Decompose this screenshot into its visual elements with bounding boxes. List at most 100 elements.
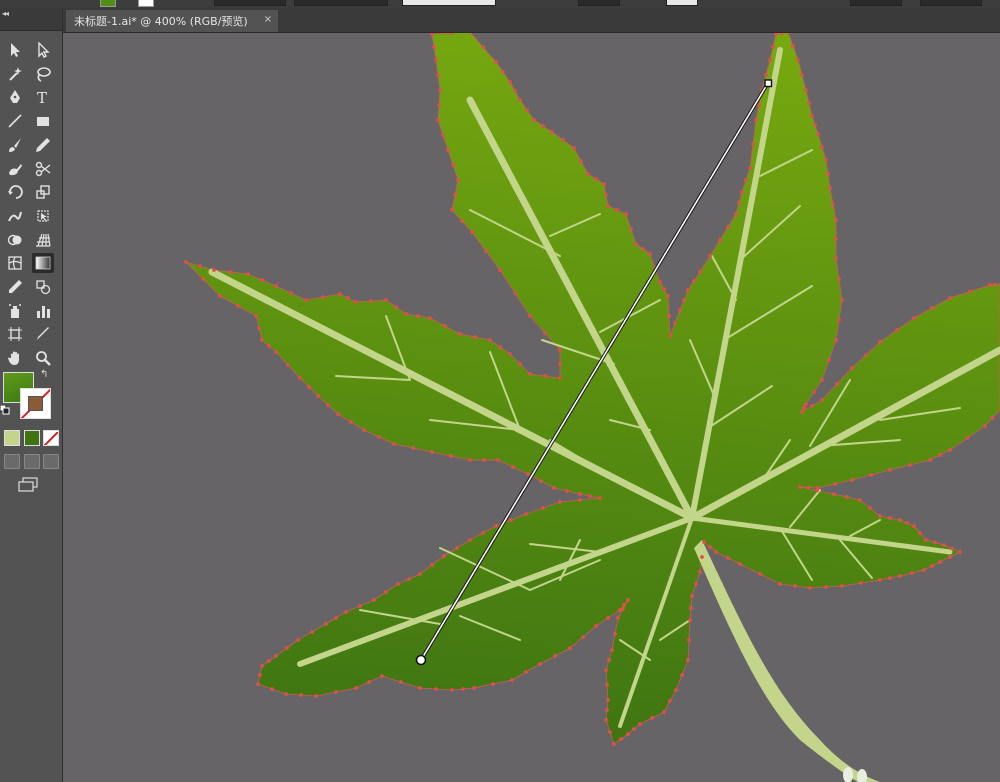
anchor-point[interactable] (354, 686, 358, 690)
anchor-point[interactable] (604, 718, 608, 722)
anchor-point[interactable] (525, 108, 529, 112)
anchor-point[interactable] (491, 682, 495, 686)
anchor-point[interactable] (552, 486, 556, 490)
default-colors-icon[interactable] (0, 405, 10, 415)
anchor-point[interactable] (673, 321, 677, 325)
anchor-point[interactable] (274, 284, 278, 288)
anchor-point[interactable] (324, 622, 328, 626)
anchor-point[interactable] (826, 172, 830, 176)
anchor-point[interactable] (641, 247, 645, 251)
control-fill-swatch[interactable] (100, 0, 116, 7)
anchor-point[interactable] (690, 594, 694, 598)
anchor-point[interactable] (905, 521, 909, 525)
anchor-point[interactable] (594, 624, 598, 628)
anchor-point[interactable] (274, 350, 278, 354)
anchor-point[interactable] (608, 730, 612, 734)
anchor-point[interactable] (438, 88, 442, 92)
anchor-point[interactable] (754, 118, 758, 122)
anchor-point[interactable] (912, 524, 916, 528)
anchor-point[interactable] (510, 678, 514, 682)
anchor-point[interactable] (958, 550, 962, 554)
anchor-point[interactable] (456, 178, 460, 182)
anchor-point[interactable] (726, 225, 730, 229)
anchor-point[interactable] (968, 289, 972, 294)
warp-tool-button[interactable] (4, 206, 26, 226)
anchor-point[interactable] (528, 314, 532, 318)
anchor-point[interactable] (845, 495, 849, 499)
anchor-point[interactable] (428, 316, 432, 320)
gradient-mode-button[interactable] (24, 430, 40, 446)
anchor-point[interactable] (472, 686, 476, 690)
anchor-point[interactable] (394, 305, 398, 309)
anchor-point[interactable] (738, 562, 742, 566)
control-style-field[interactable] (666, 0, 698, 6)
close-icon[interactable]: × (264, 14, 272, 25)
anchor-point[interactable] (714, 550, 718, 554)
control-brush-field[interactable] (402, 0, 496, 6)
anchor-point[interactable] (800, 410, 804, 414)
anchor-point[interactable] (468, 538, 472, 542)
anchor-point[interactable] (918, 531, 922, 535)
anchor-point[interactable] (698, 270, 702, 274)
anchor-point[interactable] (820, 145, 824, 149)
anchor-point[interactable] (667, 314, 671, 318)
color-mode-button[interactable] (4, 430, 20, 446)
anchor-point[interactable] (764, 73, 768, 77)
perspective-grid-tool-button[interactable] (32, 230, 54, 250)
slice-tool-button[interactable] (32, 324, 54, 344)
anchor-point[interactable] (605, 683, 609, 687)
anchor-point[interactable] (558, 376, 562, 380)
anchor-point[interactable] (407, 577, 411, 581)
anchor-point[interactable] (813, 123, 817, 127)
screen-mode-icon[interactable] (17, 477, 39, 493)
anchor-point[interactable] (648, 252, 652, 256)
anchor-point[interactable] (686, 658, 690, 662)
anchor-point[interactable] (820, 378, 824, 382)
anchor-point[interactable] (758, 572, 762, 576)
anchor-point[interactable] (314, 694, 318, 698)
anchor-point[interactable] (751, 142, 755, 146)
anchor-point[interactable] (286, 363, 290, 367)
anchor-point[interactable] (810, 404, 814, 408)
anchor-point[interactable] (558, 348, 562, 352)
anchor-point[interactable] (270, 687, 274, 691)
anchor-point[interactable] (579, 159, 583, 163)
anchor-point[interactable] (260, 664, 264, 668)
anchor-point[interactable] (878, 578, 882, 582)
anchor-point[interactable] (804, 402, 808, 406)
anchor-point[interactable] (434, 58, 438, 62)
anchor-point[interactable] (513, 291, 517, 295)
anchor-point[interactable] (598, 496, 602, 500)
anchor-point[interactable] (837, 277, 841, 281)
control-label-stroke[interactable]: ━━ (180, 0, 191, 3)
anchor-point[interactable] (372, 598, 376, 602)
anchor-point[interactable] (399, 680, 403, 684)
zoom-tool-button[interactable] (32, 348, 54, 368)
anchor-point[interactable] (349, 420, 353, 424)
anchor-point[interactable] (938, 453, 942, 457)
anchor-point[interactable] (833, 482, 837, 486)
anchor-point[interactable] (930, 306, 934, 310)
anchor-point[interactable] (568, 646, 572, 650)
anchor-point[interactable] (859, 581, 863, 585)
artboard-tool-button[interactable] (4, 324, 26, 344)
anchor-point[interactable] (538, 662, 542, 666)
anchor-point[interactable] (416, 314, 420, 318)
anchor-point[interactable] (518, 362, 522, 366)
anchor-point[interactable] (778, 582, 782, 586)
anchor-point[interactable] (450, 208, 454, 212)
anchor-point[interactable] (482, 458, 486, 462)
anchor-point[interactable] (662, 710, 666, 714)
blend-tool-button[interactable] (32, 277, 54, 297)
anchor-point[interactable] (898, 574, 902, 578)
document-tab[interactable]: 未标题-1.ai* @ 400% (RGB/预览) × (66, 10, 278, 32)
anchor-point[interactable] (430, 563, 434, 567)
anchor-point[interactable] (310, 630, 314, 634)
anchor-point[interactable] (824, 585, 828, 589)
anchor-point[interactable] (650, 716, 654, 720)
anchor-point[interactable] (541, 506, 545, 510)
anchor-point[interactable] (840, 584, 844, 588)
draw-behind-button[interactable] (24, 454, 40, 469)
anchor-point[interactable] (229, 270, 233, 274)
anchor-point[interactable] (254, 314, 258, 318)
